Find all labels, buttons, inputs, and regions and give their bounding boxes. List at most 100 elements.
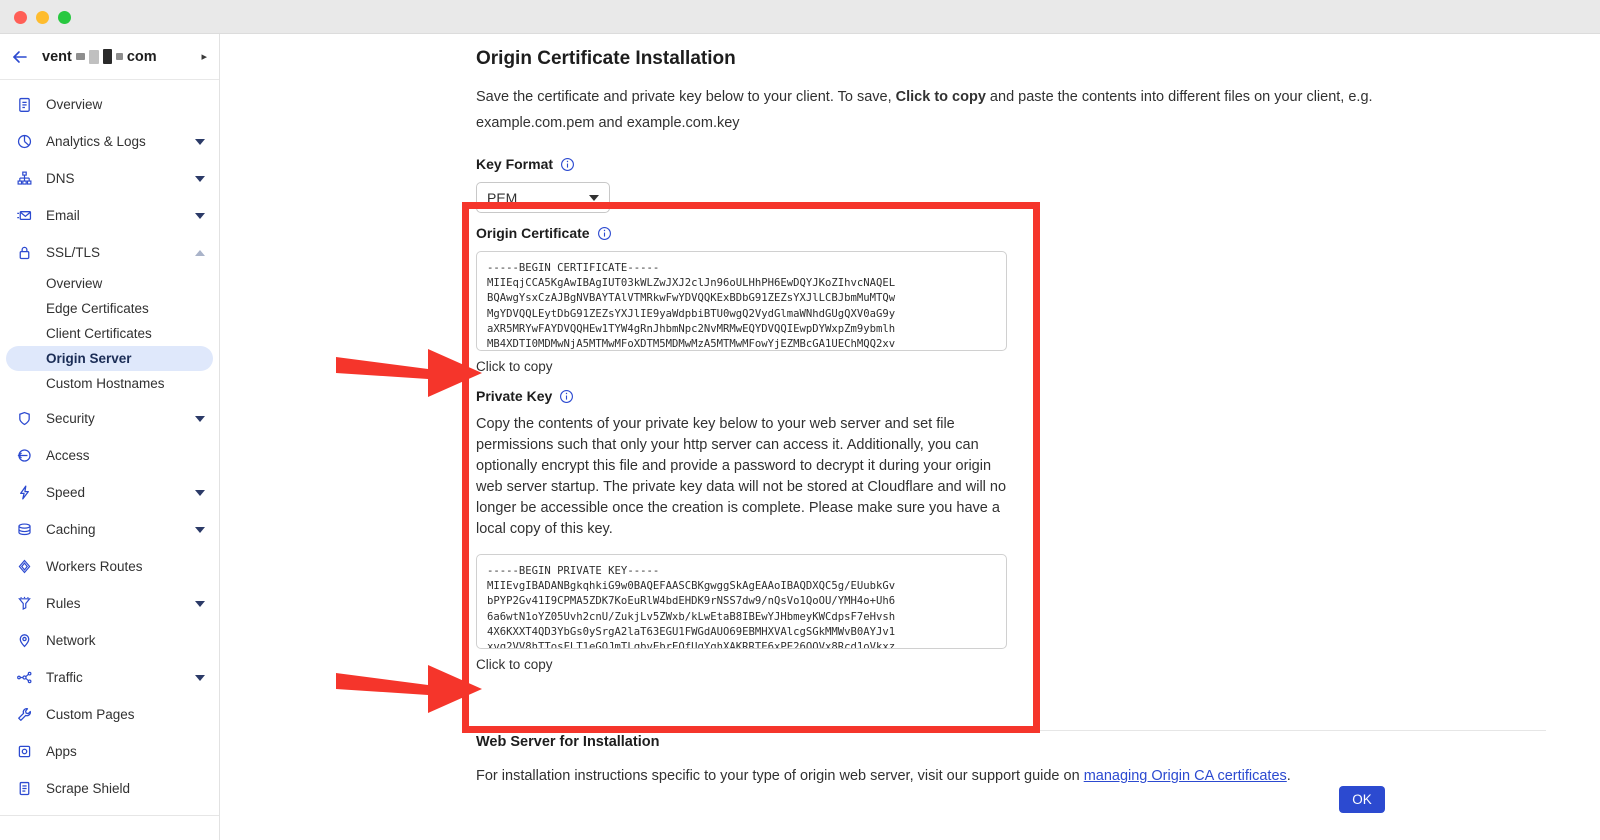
sidebar-subitem-client-certificates[interactable]: Client Certificates (6, 321, 213, 346)
redaction-block (115, 53, 123, 60)
chevron-up-icon[interactable] (195, 249, 205, 256)
site-domain-suffix: com (126, 48, 157, 65)
key-format-select[interactable]: PEM (476, 182, 610, 213)
info-icon[interactable] (559, 389, 574, 404)
sidebar-item-label: SSL/TLS (46, 245, 101, 260)
sidebar: vent com ▸ Overview Analytics & Logs DNS… (0, 34, 220, 840)
sidebar-subitem-edge-certificates[interactable]: Edge Certificates (6, 296, 213, 321)
sidebar-subitem-origin-server[interactable]: Origin Server (6, 346, 213, 371)
sidebar-subitem-overview[interactable]: Overview (6, 271, 213, 296)
window-titlebar (0, 0, 1600, 34)
pie-chart-icon (14, 132, 34, 152)
site-domain-name[interactable]: vent com (42, 49, 201, 65)
info-icon[interactable] (560, 157, 575, 172)
window-minimize-button[interactable] (36, 11, 49, 24)
chevron-down-icon[interactable] (195, 674, 205, 681)
site-header: vent com ▸ (0, 34, 219, 80)
funnel-icon (14, 594, 34, 614)
origin-certificate-panel: Origin Certificate Installation Save the… (476, 48, 1546, 674)
bolt-icon (14, 483, 34, 503)
chevron-right-icon[interactable]: ▸ (201, 50, 207, 63)
sidebar-item-caching[interactable]: Caching (0, 511, 219, 548)
chevron-down-icon[interactable] (195, 212, 205, 219)
sidebar-item-email[interactable]: Email (0, 197, 219, 234)
lock-icon (14, 243, 34, 263)
origin-certificate-copy-button[interactable]: Click to copy (476, 359, 553, 374)
ok-button[interactable]: OK (1339, 786, 1385, 813)
main-content: Origin Certificate Installation Save the… (220, 34, 1600, 840)
sidebar-item-label: DNS (46, 171, 75, 186)
page-description-part1: Save the certificate and private key bel… (476, 89, 896, 105)
chevron-down-icon[interactable] (195, 600, 205, 607)
sidebar-item-label: Overview (46, 97, 103, 112)
info-icon[interactable] (597, 226, 612, 241)
private-key-section: Private Key Copy the contents of your pr… (476, 388, 1546, 674)
sidebar-item-label: Speed (46, 485, 86, 500)
sidebar-item-label: Analytics & Logs (46, 134, 146, 149)
sidebar-item-label: Rules (46, 596, 81, 611)
key-format-label-row: Key Format (476, 156, 1546, 172)
web-server-title: Web Server for Installation (476, 734, 660, 750)
sidebar-item-overview[interactable]: Overview (0, 86, 219, 123)
window-maximize-button[interactable] (58, 11, 71, 24)
site-domain-prefix: vent (42, 48, 72, 65)
sidebar-item-custom-pages[interactable]: Custom Pages (0, 696, 219, 733)
shield-icon (14, 409, 34, 429)
web-server-section: Web Server for Installation For installa… (476, 734, 1546, 784)
key-format-label: Key Format (476, 156, 554, 172)
private-key-copy-button[interactable]: Click to copy (476, 657, 553, 672)
workers-icon (14, 557, 34, 577)
section-divider (476, 730, 1546, 731)
page-description-emphasis: Click to copy (895, 89, 986, 105)
sidebar-item-apps[interactable]: Apps (0, 733, 219, 770)
back-arrow-icon[interactable] (10, 47, 30, 67)
sidebar-item-label: Access (46, 448, 90, 463)
sidebar-item-label: Security (46, 411, 95, 426)
sidebar-item-label: Network (46, 633, 96, 648)
sidebar-item-label: Apps (46, 744, 77, 759)
chevron-down-icon[interactable] (195, 175, 205, 182)
chevron-down-icon[interactable] (195, 415, 205, 422)
origin-certificate-label: Origin Certificate (476, 225, 590, 241)
wrench-icon (14, 705, 34, 725)
web-server-text-after: . (1286, 768, 1291, 784)
sidebar-item-scrape-shield[interactable]: Scrape Shield (0, 770, 219, 807)
private-key-label-row: Private Key (476, 388, 1546, 404)
chevron-down-icon[interactable] (195, 138, 205, 145)
chevron-down-icon[interactable] (195, 489, 205, 496)
origin-certificate-textarea[interactable]: -----BEGIN CERTIFICATE----- MIIEqjCCA5Kg… (476, 251, 1007, 351)
sidebar-item-speed[interactable]: Speed (0, 474, 219, 511)
sidebar-item-label: Scrape Shield (46, 781, 131, 796)
sidebar-divider (0, 815, 219, 816)
private-key-description: Copy the contents of your private key be… (476, 416, 1007, 537)
redaction-block (102, 49, 112, 64)
traffic-icon (14, 668, 34, 688)
redaction-block (75, 53, 85, 60)
private-key-textarea[interactable]: -----BEGIN PRIVATE KEY----- MIIEvgIBADAN… (476, 554, 1007, 649)
sidebar-item-rules[interactable]: Rules (0, 585, 219, 622)
chevron-down-icon[interactable] (195, 526, 205, 533)
window-close-button[interactable] (14, 11, 27, 24)
sidebar-item-analytics-and-logs[interactable]: Analytics & Logs (0, 123, 219, 160)
sidebar-item-label: Workers Routes (46, 559, 143, 574)
sidebar-item-network[interactable]: Network (0, 622, 219, 659)
sidebar-nav: Overview Analytics & Logs DNS Email SSL/… (0, 80, 219, 816)
managing-origin-ca-certificates-link[interactable]: managing Origin CA certificates (1084, 768, 1287, 784)
origin-certificate-section: Origin Certificate -----BEGIN CERTIFICAT… (476, 225, 1546, 376)
sidebar-item-security[interactable]: Security (0, 400, 219, 437)
sidebar-item-dns[interactable]: DNS (0, 160, 219, 197)
apps-icon (14, 742, 34, 762)
sidebar-item-access[interactable]: Access (0, 437, 219, 474)
sidebar-item-traffic[interactable]: Traffic (0, 659, 219, 696)
clipboard-icon (14, 95, 34, 115)
sidebar-item-label: Traffic (46, 670, 83, 685)
sidebar-item-workers-routes[interactable]: Workers Routes (0, 548, 219, 585)
sidebar-item-ssl-tls[interactable]: SSL/TLS (0, 234, 219, 271)
sitemap-icon (14, 169, 34, 189)
access-icon (14, 446, 34, 466)
sidebar-subitem-custom-hostnames[interactable]: Custom Hostnames (6, 371, 213, 396)
page-title: Origin Certificate Installation (476, 48, 736, 69)
envelope-icon (14, 206, 34, 226)
sidebar-subnav-ssl-tls: Overview Edge Certificates Client Certif… (0, 271, 219, 400)
location-pin-icon (14, 631, 34, 651)
